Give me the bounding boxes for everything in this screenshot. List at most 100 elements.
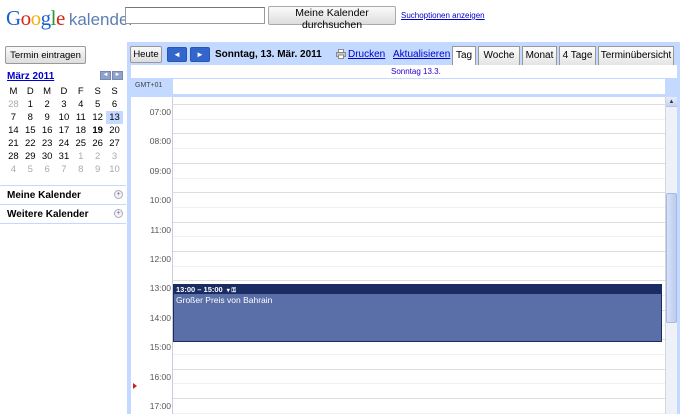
tab-week[interactable]: Woche: [478, 46, 520, 65]
calendar-event[interactable]: 13:00 – 15:00 ▾ ⚿ Großer Preis von Bahra…: [173, 284, 662, 342]
mini-calendar-day[interactable]: 28: [5, 98, 22, 111]
logo-letter: e: [56, 6, 65, 30]
mini-calendar-day[interactable]: 22: [22, 137, 39, 150]
mini-calendar-day[interactable]: 6: [39, 163, 56, 176]
mini-calendar-month-title[interactable]: März 2011: [7, 71, 54, 82]
expand-other-calendars-icon[interactable]: +: [114, 209, 123, 218]
logo-letter: o: [20, 6, 32, 30]
hour-label: 07:00: [149, 107, 171, 117]
mini-calendar-week: 7 8 9 10 11 12 13: [5, 111, 123, 124]
search-calendars-button[interactable]: Meine Kalender durchsuchen: [268, 6, 396, 31]
mini-calendar-day[interactable]: 9: [89, 163, 106, 176]
half-hour-gridline: [173, 148, 665, 150]
hour-label: 11:00: [150, 224, 171, 235]
mini-calendar-day[interactable]: 15: [22, 124, 39, 137]
mini-calendar-day[interactable]: 11: [72, 111, 89, 124]
mini-calendar-day[interactable]: 16: [39, 124, 56, 137]
today-button[interactable]: Heute: [130, 46, 162, 63]
logo-letter: G: [6, 6, 21, 30]
mini-calendar-day[interactable]: 29: [22, 150, 39, 163]
mini-calendar-day[interactable]: 7: [56, 163, 73, 176]
mini-calendar-day[interactable]: 23: [39, 137, 56, 150]
mini-calendar-day[interactable]: 9: [39, 111, 56, 124]
hour-gridline: [173, 280, 665, 282]
day-view: Sonntag 13.3. GMT+01 13:00 – 15:00 ▾ ⚿ G…: [131, 65, 677, 414]
mini-calendar-day[interactable]: 26: [89, 137, 106, 150]
mini-calendar-day[interactable]: 2: [89, 150, 106, 163]
mini-calendar-day[interactable]: 12: [89, 111, 106, 124]
vertical-scrollbar[interactable]: ▲: [665, 97, 677, 414]
day-column-header: Sonntag 13.3.: [131, 65, 677, 78]
tab-day[interactable]: Tag: [452, 46, 476, 65]
scrollbar-thumb[interactable]: [666, 193, 677, 323]
mini-calendar-day[interactable]: 24: [56, 137, 73, 150]
mini-calendar-day[interactable]: 4: [72, 98, 89, 111]
day-header-label: Sonntag 13.3.: [391, 67, 441, 76]
half-hour-gridline: [173, 265, 665, 267]
google-calendar-logo[interactable]: Google kalender: [6, 6, 134, 30]
prev-period-button[interactable]: ◄: [167, 47, 187, 62]
search-input[interactable]: [125, 7, 265, 24]
mini-calendar-day[interactable]: 10: [56, 111, 73, 124]
mini-calendar-day[interactable]: 7: [5, 111, 22, 124]
mini-calendar-day[interactable]: 13: [106, 111, 123, 124]
hour-label: 09:00: [149, 165, 171, 176]
mini-calendar-day[interactable]: 14: [5, 124, 22, 137]
print-link[interactable]: Drucken: [348, 49, 385, 60]
hour-label: 08:00: [149, 136, 171, 147]
mini-calendar-day[interactable]: 17: [56, 124, 73, 137]
all-day-cell[interactable]: [173, 79, 665, 94]
mini-calendar-day[interactable]: 25: [72, 137, 89, 150]
my-calendars-heading[interactable]: Meine Kalender: [7, 190, 81, 201]
other-calendars-heading[interactable]: Weitere Kalender: [7, 209, 89, 220]
search-options-link[interactable]: Suchoptionen anzeigen: [401, 11, 485, 20]
event-options-icon[interactable]: ▾ ⚿: [227, 288, 236, 294]
mini-calendar-day[interactable]: 8: [22, 111, 39, 124]
mini-calendar-day[interactable]: 1: [72, 150, 89, 163]
tab-agenda[interactable]: Terminübersicht: [598, 46, 674, 65]
half-hour-gridline: [173, 236, 665, 238]
mini-calendar-day[interactable]: 3: [56, 98, 73, 111]
weekday-header: M: [43, 86, 52, 97]
current-time-marker: [133, 383, 137, 389]
calendar-main-panel: Heute ◄ ► Sonntag, 13. Mär. 2011 Drucken…: [127, 42, 680, 414]
mini-calendar-day[interactable]: 8: [72, 163, 89, 176]
mini-calendar-day[interactable]: 27: [106, 137, 123, 150]
mini-calendar-day[interactable]: 10: [106, 163, 123, 176]
hour-gridline: [173, 192, 665, 194]
expand-my-calendars-icon[interactable]: +: [114, 190, 123, 199]
mini-calendar-day[interactable]: 1: [22, 98, 39, 111]
mini-calendar-day[interactable]: 18: [72, 124, 89, 137]
mini-calendar-day[interactable]: 31: [56, 150, 73, 163]
mini-calendar-day[interactable]: 2: [39, 98, 56, 111]
half-hour-gridline: [173, 177, 665, 179]
hour-label: 13:00: [149, 283, 171, 294]
hour-label: 10:00: [149, 195, 171, 206]
scroll-up-icon[interactable]: ▲: [666, 97, 677, 107]
mini-calendar-day[interactable]: 5: [22, 163, 39, 176]
mini-calendar-day[interactable]: 4: [5, 163, 22, 176]
tab-4-days[interactable]: 4 Tage: [559, 46, 596, 65]
hour-gridline: [173, 368, 665, 370]
sidebar-divider: [0, 204, 126, 205]
mini-calendar-day[interactable]: 21: [5, 137, 22, 150]
mini-calendar-day[interactable]: 20: [106, 124, 123, 137]
mini-calendar-day[interactable]: 30: [39, 150, 56, 163]
create-event-button[interactable]: Termin eintragen: [5, 46, 86, 64]
mini-calendar-day[interactable]: 3: [106, 150, 123, 163]
chevron-right-icon[interactable]: ►: [112, 71, 123, 80]
printer-icon[interactable]: [336, 49, 346, 59]
weekday-header: S: [94, 86, 101, 97]
chevron-left-icon[interactable]: ◄: [100, 71, 111, 80]
logo-letter: o: [30, 6, 42, 30]
mini-calendar-day[interactable]: 28: [5, 150, 22, 163]
time-grid[interactable]: 13:00 – 15:00 ▾ ⚿ Großer Preis von Bahra…: [131, 96, 677, 414]
mini-calendar-day[interactable]: 19: [89, 124, 106, 137]
weekday-header: F: [77, 86, 84, 97]
refresh-link[interactable]: Aktualisieren: [393, 49, 450, 60]
tab-month[interactable]: Monat: [522, 46, 557, 65]
mini-calendar-week: 28 29 30 31 1 2 3: [5, 150, 123, 163]
next-period-button[interactable]: ►: [190, 47, 210, 62]
mini-calendar-day[interactable]: 6: [106, 98, 123, 111]
mini-calendar-day[interactable]: 5: [89, 98, 106, 111]
